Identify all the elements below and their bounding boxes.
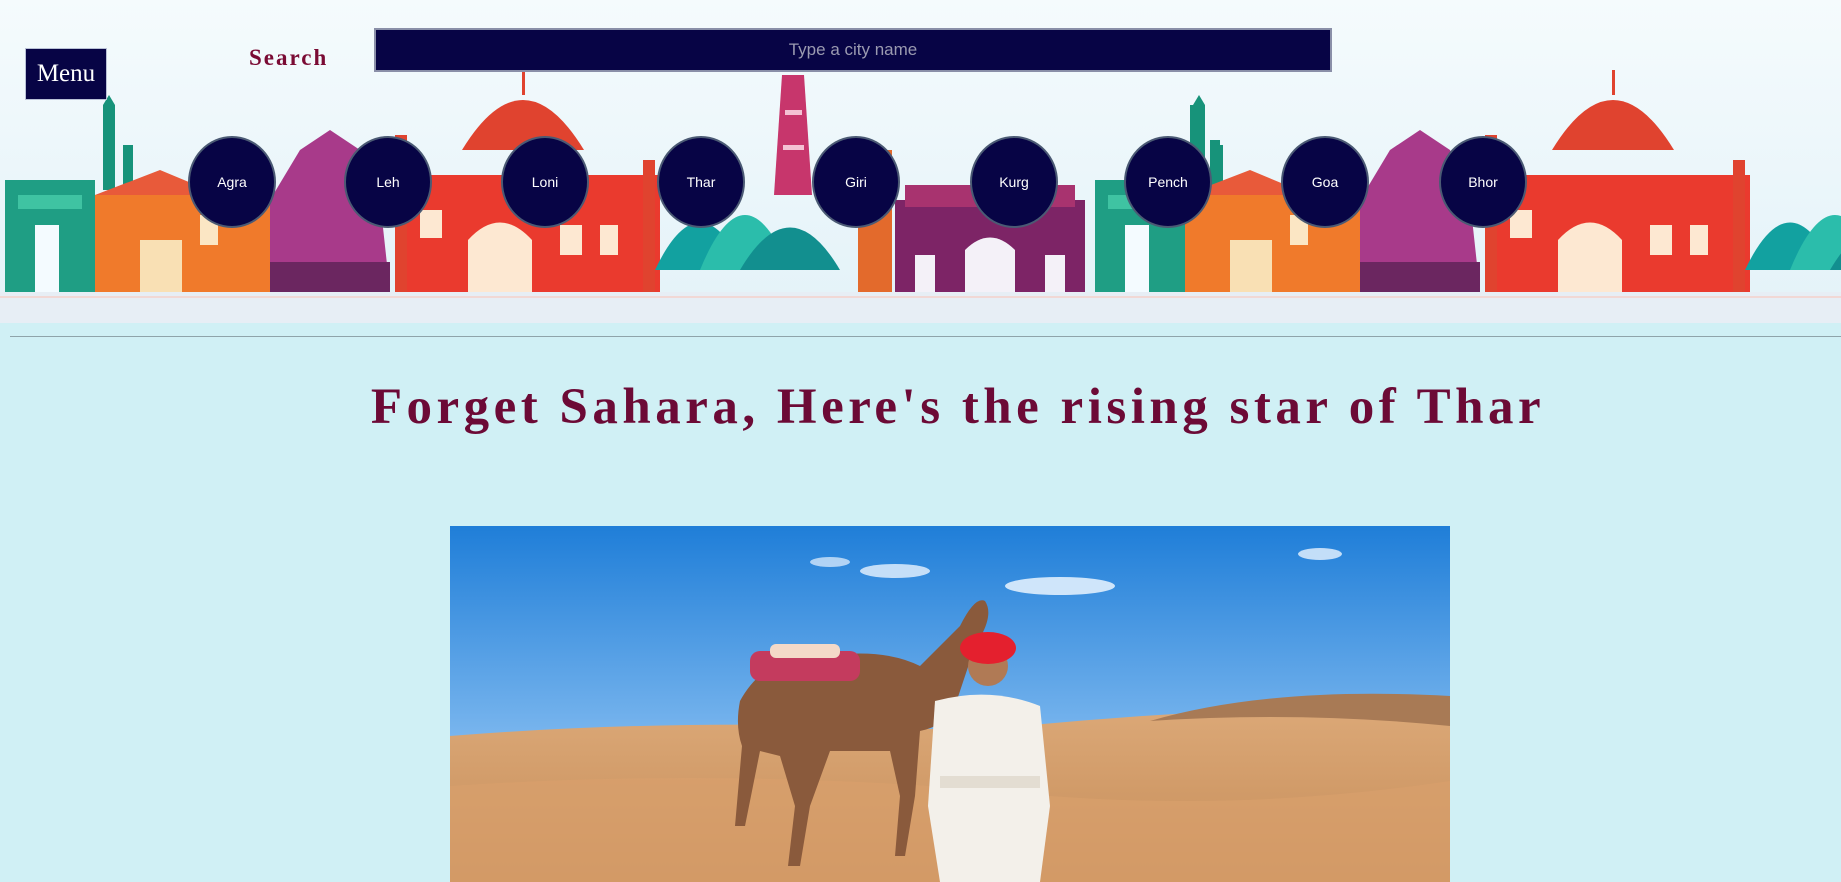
city-button-leh[interactable]: Leh bbox=[344, 136, 432, 228]
search-label: Search bbox=[249, 45, 329, 70]
search-input[interactable] bbox=[374, 28, 1332, 72]
city-button-pench[interactable]: Pench bbox=[1124, 136, 1212, 228]
city-button-agra[interactable]: Agra bbox=[188, 136, 276, 228]
city-button-kurg[interactable]: Kurg bbox=[970, 136, 1058, 228]
city-button-giri[interactable]: Giri bbox=[812, 136, 900, 228]
desert-camel-photo bbox=[450, 526, 1450, 882]
city-button-bhor[interactable]: Bhor bbox=[1439, 136, 1527, 228]
article-headline: Forget Sahara, Here's the rising star of… bbox=[370, 379, 1546, 435]
section-divider bbox=[10, 336, 1841, 337]
menu-button[interactable]: Menu bbox=[25, 48, 107, 100]
city-button-thar[interactable]: Thar bbox=[657, 136, 745, 228]
city-button-goa[interactable]: Goa bbox=[1281, 136, 1369, 228]
header-banner: Menu Search Agra Leh Loni Thar Giri Kurg… bbox=[0, 0, 1841, 323]
city-button-loni[interactable]: Loni bbox=[501, 136, 589, 228]
